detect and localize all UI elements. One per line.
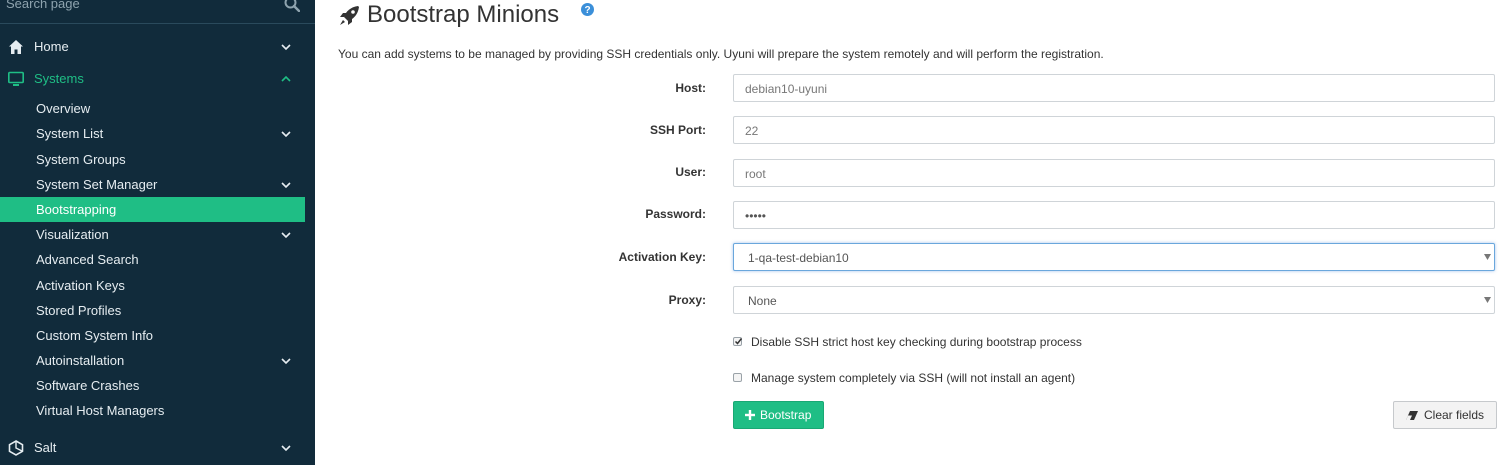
activation-key-select[interactable]: 1-qa-test-debian10 bbox=[733, 243, 1495, 271]
svg-text:?: ? bbox=[584, 5, 590, 16]
sidebar-item-label: Software Crashes bbox=[36, 378, 140, 393]
sidebar-item-label: Stored Profiles bbox=[36, 303, 122, 318]
clear-fields-button-label: Clear fields bbox=[1424, 408, 1485, 422]
disable-strict-host-key-checkbox[interactable] bbox=[733, 337, 743, 346]
sidebar-item-system-list[interactable]: System List bbox=[0, 121, 305, 146]
disable-strict-host-key-label: Disable SSH strict host key checking dur… bbox=[751, 335, 1082, 349]
bootstrap-button-label: Bootstrap bbox=[760, 408, 812, 422]
monitor-icon bbox=[8, 71, 24, 86]
search-icon[interactable] bbox=[284, 0, 300, 12]
sidebar-search[interactable]: Search page bbox=[0, 0, 315, 24]
rocket-icon bbox=[340, 6, 359, 25]
check-icon bbox=[734, 338, 743, 345]
host-field[interactable]: debian10-uyuni bbox=[733, 74, 1495, 102]
ssh-port-value: 22 bbox=[745, 124, 759, 138]
manage-via-ssh-checkbox[interactable] bbox=[733, 373, 742, 382]
sidebar-item-overview[interactable]: Overview bbox=[0, 96, 305, 121]
home-icon bbox=[9, 40, 23, 54]
sidebar-item-stored-profiles[interactable]: Stored Profiles bbox=[0, 298, 305, 323]
chevron-down-icon[interactable] bbox=[280, 355, 292, 367]
sidebar-item-system-set-manager[interactable]: System Set Manager bbox=[0, 172, 305, 197]
sidebar-item-advanced-search[interactable]: Advanced Search bbox=[0, 247, 305, 272]
activation-key-label: Activation Key: bbox=[618, 250, 706, 264]
sidebar-item-activation-keys[interactable]: Activation Keys bbox=[0, 273, 305, 298]
search-input[interactable]: Search page bbox=[6, 0, 80, 11]
sidebar-item-visualization[interactable]: Visualization bbox=[0, 222, 305, 247]
sidebar-item-autoinstallation[interactable]: Autoinstallation bbox=[0, 348, 305, 373]
sidebar-item-label: System Groups bbox=[36, 152, 126, 167]
chevron-up-icon[interactable] bbox=[280, 73, 292, 85]
sidebar-item-virtual-host-managers[interactable]: Virtual Host Managers bbox=[0, 398, 305, 423]
sidebar-item-label: Visualization bbox=[36, 227, 109, 242]
sidebar-item-software-crashes[interactable]: Software Crashes bbox=[0, 373, 305, 398]
sidebar-item-label: Bootstrapping bbox=[36, 202, 117, 217]
chevron-down-icon[interactable] bbox=[280, 41, 292, 53]
nav-home[interactable]: Home bbox=[0, 33, 315, 61]
password-label: Password: bbox=[645, 207, 706, 221]
sidebar-item-label: Custom System Info bbox=[36, 328, 154, 343]
user-field[interactable]: root bbox=[733, 159, 1495, 187]
page-description: You can add systems to be managed by pro… bbox=[338, 47, 1104, 61]
proxy-label: Proxy: bbox=[668, 293, 706, 307]
sidebar-item-custom-system-info[interactable]: Custom System Info bbox=[0, 323, 305, 348]
salt-icon bbox=[8, 440, 24, 456]
clear-fields-button[interactable]: Clear fields bbox=[1393, 401, 1497, 429]
sidebar-item-label: System Set Manager bbox=[36, 177, 158, 192]
chevron-down-icon[interactable] bbox=[280, 179, 292, 191]
password-value: ••••• bbox=[745, 209, 767, 223]
chevron-down-icon[interactable] bbox=[280, 128, 292, 140]
password-field[interactable]: ••••• bbox=[733, 201, 1495, 229]
sidebar-item-label: Advanced Search bbox=[36, 252, 139, 267]
manage-via-ssh-label: Manage system completely via SSH (will n… bbox=[751, 371, 1076, 385]
sidebar: Search page Home Systems Overview System… bbox=[0, 0, 315, 465]
ssh-port-label: SSH Port: bbox=[649, 123, 706, 137]
proxy-select[interactable]: None bbox=[733, 286, 1495, 314]
sidebar-item-label: Overview bbox=[36, 101, 91, 116]
sidebar-item-label: Autoinstallation bbox=[36, 353, 125, 368]
help-icon[interactable]: ? bbox=[581, 3, 594, 16]
user-label: User: bbox=[675, 165, 706, 179]
nav-systems[interactable]: Systems bbox=[0, 65, 315, 93]
nav-systems-label: Systems bbox=[34, 71, 84, 86]
nav-salt-label: Salt bbox=[34, 440, 57, 455]
bootstrap-button[interactable]: Bootstrap bbox=[733, 401, 824, 429]
ssh-port-field[interactable]: 22 bbox=[733, 116, 1495, 144]
nav-home-label: Home bbox=[34, 39, 69, 54]
main-content: Bootstrap Minions ? You can add systems … bbox=[315, 0, 1504, 465]
chevron-down-icon[interactable] bbox=[280, 229, 292, 241]
page-title: Bootstrap Minions bbox=[367, 1, 560, 28]
sidebar-item-bootstrapping[interactable]: Bootstrapping bbox=[0, 197, 305, 222]
host-value: debian10-uyuni bbox=[745, 82, 828, 96]
chevron-down-icon[interactable] bbox=[280, 442, 292, 454]
caret-down-icon bbox=[1484, 297, 1491, 303]
user-value: root bbox=[745, 167, 766, 181]
activation-key-value: 1-qa-test-debian10 bbox=[748, 251, 849, 265]
host-label: Host: bbox=[675, 81, 706, 95]
sidebar-item-system-groups[interactable]: System Groups bbox=[0, 147, 305, 172]
eraser-icon bbox=[1406, 411, 1418, 420]
sidebar-item-label: Virtual Host Managers bbox=[36, 403, 165, 418]
sidebar-item-label: System List bbox=[36, 126, 104, 141]
nav-salt[interactable]: Salt bbox=[0, 434, 315, 462]
caret-down-icon bbox=[1484, 254, 1491, 260]
sidebar-item-label: Activation Keys bbox=[36, 278, 125, 293]
proxy-value: None bbox=[748, 294, 777, 308]
plus-icon bbox=[745, 410, 755, 420]
